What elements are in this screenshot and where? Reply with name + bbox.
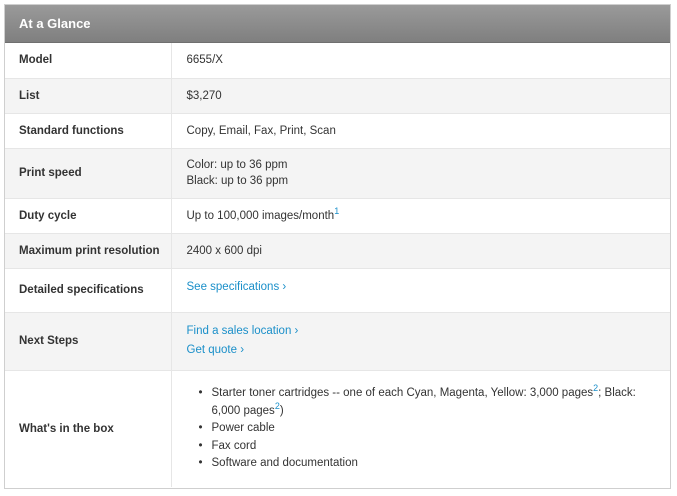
get-quote-link[interactable]: Get quote › bbox=[187, 341, 245, 360]
list-item: Software and documentation bbox=[199, 455, 661, 473]
table-row-duty-cycle: Duty cycle Up to 100,000 images/month1 bbox=[5, 197, 670, 233]
table-row-next-steps: Next Steps Find a sales location › Get q… bbox=[5, 311, 670, 370]
find-sales-location-link[interactable]: Find a sales location › bbox=[187, 322, 299, 341]
table-row-detailed-specs: Detailed specifications See specificatio… bbox=[5, 267, 670, 312]
row-label: Detailed specifications bbox=[5, 267, 172, 312]
box-contents-list: Starter toner cartridges -- one of each … bbox=[187, 384, 661, 473]
at-a-glance-panel: At a Glance Model 6655/X List $3,270 Sta… bbox=[4, 4, 671, 489]
row-label: Standard functions bbox=[5, 112, 172, 148]
table-row-print-speed: Print speed Color: up to 36 ppm Black: u… bbox=[5, 147, 670, 198]
table-row-max-resolution: Maximum print resolution 2400 x 600 dpi bbox=[5, 232, 670, 268]
list-item: Fax cord bbox=[199, 438, 661, 456]
box-item-text: Starter toner cartridges -- one of each … bbox=[211, 387, 594, 399]
row-value: Up to 100,000 images/month1 bbox=[171, 197, 670, 233]
footnote-link[interactable]: 1 bbox=[334, 206, 339, 216]
table-row-whats-in-box: What's in the box Starter toner cartridg… bbox=[5, 369, 670, 487]
print-speed-black: Black: up to 36 ppm bbox=[186, 175, 289, 187]
row-label: Next Steps bbox=[5, 311, 172, 370]
row-value: Find a sales location › Get quote › bbox=[171, 311, 670, 370]
row-label: Duty cycle bbox=[5, 197, 172, 233]
row-value: $3,270 bbox=[171, 77, 670, 113]
table-row-standard-functions: Standard functions Copy, Email, Fax, Pri… bbox=[5, 112, 670, 148]
table-row-list: List $3,270 bbox=[5, 77, 670, 113]
specs-table: Model 6655/X List $3,270 Standard functi… bbox=[5, 43, 670, 487]
row-label: Maximum print resolution bbox=[5, 232, 172, 268]
list-item: Starter toner cartridges -- one of each … bbox=[199, 384, 661, 420]
row-value: Color: up to 36 ppm Black: up to 36 ppm bbox=[171, 147, 670, 198]
row-value: 2400 x 600 dpi bbox=[171, 232, 670, 268]
row-value: Starter toner cartridges -- one of each … bbox=[171, 369, 670, 487]
row-value: Copy, Email, Fax, Print, Scan bbox=[171, 112, 670, 148]
see-specifications-link[interactable]: See specifications › bbox=[187, 278, 287, 297]
row-label: What's in the box bbox=[5, 369, 172, 487]
box-item-text: ) bbox=[279, 404, 284, 417]
row-value: 6655/X bbox=[186, 54, 223, 67]
duty-cycle-value: Up to 100,000 images/month bbox=[186, 209, 335, 222]
list-item: Power cable bbox=[199, 420, 661, 438]
row-value: See specifications › bbox=[171, 267, 670, 312]
row-label: List bbox=[5, 77, 172, 113]
panel-title: At a Glance bbox=[5, 5, 670, 43]
print-speed-color: Color: up to 36 ppm bbox=[186, 159, 288, 171]
table-row-model: Model 6655/X bbox=[5, 43, 670, 78]
row-label: Print speed bbox=[5, 147, 172, 198]
row-label: Model bbox=[5, 43, 172, 78]
